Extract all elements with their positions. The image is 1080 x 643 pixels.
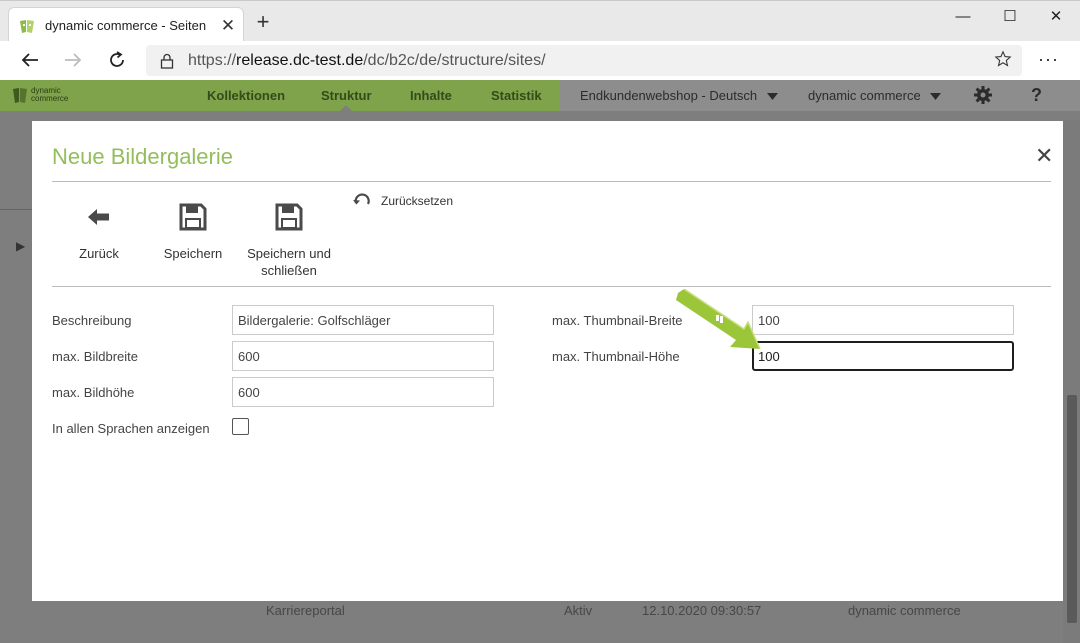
- refresh-icon[interactable]: [105, 48, 129, 72]
- back-button[interactable]: Zurück: [66, 199, 132, 262]
- tab-close-icon[interactable]: ✕: [213, 16, 243, 36]
- dc-logo-icon: [13, 88, 27, 103]
- toolbar-divider: [52, 286, 1051, 287]
- logo-text-line2: commerce: [31, 94, 69, 103]
- tab-title: dynamic commerce - Seiten: [45, 18, 207, 33]
- url-prefix: https://: [188, 51, 237, 69]
- all-languages-checkbox[interactable]: [232, 418, 249, 435]
- gear-icon[interactable]: [973, 85, 993, 105]
- nav-item-inhalte[interactable]: Inhalte: [410, 88, 452, 103]
- nav-item-statistik[interactable]: Statistik: [491, 88, 542, 103]
- url-host: release.dc-test.de: [236, 51, 364, 69]
- modal-title-divider: [52, 181, 1051, 182]
- arrow-left-icon: [88, 209, 109, 225]
- browser-addressbar: https://release.dc-test.de/dc/b2c/de/str…: [0, 41, 1080, 80]
- url-bar[interactable]: https://release.dc-test.de/dc/b2c/de/str…: [146, 45, 1022, 76]
- shop-select[interactable]: Endkundenwebshop - Deutsch: [580, 88, 778, 103]
- max-thumbnail-height-input[interactable]: [752, 341, 1014, 371]
- dc-favicon-icon: [20, 19, 34, 33]
- url-path: /dc/b2c/de/structure/sites/: [363, 51, 546, 69]
- caret-down-icon: [766, 93, 778, 100]
- help-icon[interactable]: ?: [1031, 85, 1042, 106]
- floppy-disk-icon: [275, 203, 303, 231]
- back-button-label: Zurück: [79, 246, 119, 261]
- chevron-right-icon: ▶: [16, 239, 26, 253]
- bg-row-status: Aktiv: [564, 603, 593, 618]
- app-logo[interactable]: dynamic commerce: [12, 85, 74, 105]
- app-header: dynamic commerce Kollektionen Struktur I…: [0, 80, 1080, 111]
- lock-icon: [160, 53, 174, 69]
- nav-item-struktur[interactable]: Struktur: [321, 88, 372, 103]
- browser-tab[interactable]: dynamic commerce - Seiten ✕: [8, 7, 244, 43]
- bg-divider: [0, 209, 32, 210]
- page-scrollbar[interactable]: [1063, 120, 1080, 643]
- minimize-button[interactable]: —: [940, 6, 986, 28]
- company-select-value: dynamic commerce: [808, 88, 921, 103]
- save-button[interactable]: Speichern: [157, 199, 229, 262]
- floppy-disk-icon: [179, 203, 207, 231]
- modal-title: Neue Bildergalerie: [52, 144, 233, 169]
- url-text: https://release.dc-test.de/dc/b2c/de/str…: [188, 52, 546, 70]
- maximize-button[interactable]: ☐: [987, 6, 1033, 28]
- back-arrow-icon[interactable]: [18, 48, 42, 72]
- window-close-button[interactable]: ✕: [1033, 6, 1079, 28]
- save-and-close-label-line1: Speichern und: [247, 246, 331, 261]
- save-button-label: Speichern: [163, 246, 223, 261]
- modal-close-icon[interactable]: ✕: [1035, 145, 1053, 167]
- nav-item-kollektionen[interactable]: Kollektionen: [207, 88, 285, 103]
- bg-row-owner: dynamic commerce: [848, 603, 961, 618]
- reset-button[interactable]: Zurücksetzen: [352, 191, 453, 211]
- max-image-height-input[interactable]: [232, 377, 494, 407]
- company-select[interactable]: dynamic commerce: [808, 88, 942, 103]
- reset-button-label: Zurücksetzen: [381, 194, 454, 208]
- bg-row-name: Karriereportal: [266, 603, 345, 618]
- app-header-nav: dynamic commerce Kollektionen Struktur I…: [0, 80, 560, 111]
- description-label: Beschreibung: [52, 313, 132, 328]
- reset-rotate-icon: [353, 193, 370, 205]
- browser-titlebar: dynamic commerce - Seiten ✕ + — ☐ ✕: [0, 0, 1080, 43]
- more-menu-icon[interactable]: ···: [1038, 49, 1059, 70]
- shop-select-value: Endkundenwebshop - Deutsch: [580, 88, 758, 103]
- max-thumbnail-width-label: max. Thumbnail-Breite: [552, 313, 683, 328]
- max-image-width-input[interactable]: [232, 341, 494, 371]
- favorite-star-icon[interactable]: [994, 50, 1012, 68]
- new-tab-button[interactable]: +: [252, 11, 274, 33]
- all-languages-label: In allen Sprachen anzeigen: [52, 421, 210, 436]
- annotation-arrow-icon: [676, 289, 761, 350]
- max-thumbnail-width-input[interactable]: [752, 305, 1014, 335]
- max-image-width-label: max. Bildbreite: [52, 349, 138, 364]
- max-image-height-label: max. Bildhöhe: [52, 385, 135, 400]
- new-gallery-modal: Neue Bildergalerie ✕ Zurück Speichern Sp…: [32, 121, 1063, 601]
- description-input[interactable]: [232, 305, 494, 335]
- save-and-close-button[interactable]: Speichern und schließen: [242, 199, 336, 279]
- app-header-tools: Endkundenwebshop - Deutsch dynamic comme…: [560, 80, 1080, 111]
- forward-arrow-icon[interactable]: [61, 48, 85, 72]
- caret-down-icon: [930, 93, 942, 100]
- max-thumbnail-height-label: max. Thumbnail-Höhe: [552, 349, 680, 364]
- bg-row-date: 12.10.2020 09:30:57: [642, 603, 762, 618]
- logo-text: dynamic commerce: [31, 87, 68, 103]
- scrollbar-thumb[interactable]: [1067, 395, 1077, 623]
- save-and-close-label-line2: schließen: [261, 263, 317, 278]
